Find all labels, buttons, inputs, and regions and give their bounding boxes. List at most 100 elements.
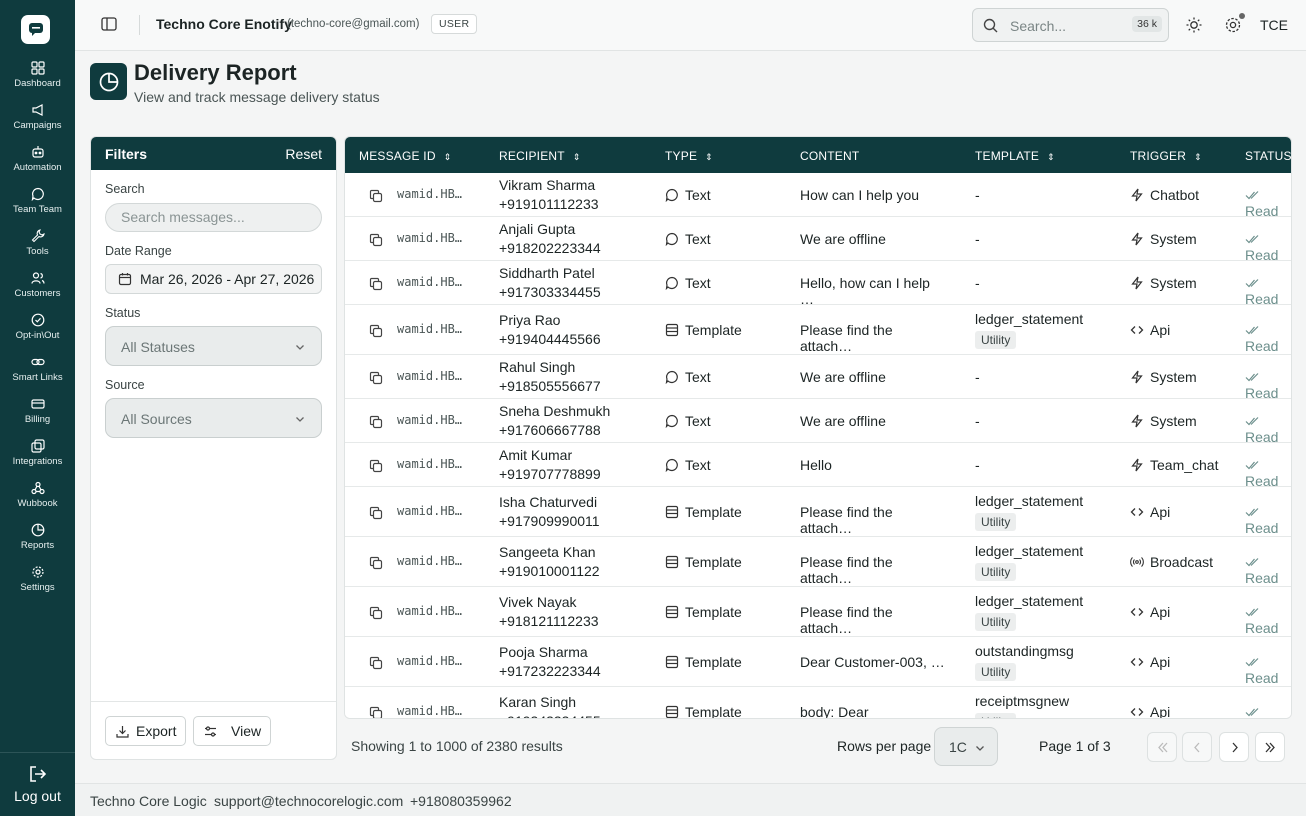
table-row[interactable]: wamid.HB… Pooja Sharma +917232223344 Templa…	[345, 637, 1291, 687]
table-row[interactable]: wamid.HB… Sangeeta Khan +919010001122 Templ…	[345, 537, 1291, 587]
trigger: System	[1130, 275, 1197, 291]
table-row[interactable]: wamid.HB… Priya Rao +919404445566 Template P…	[345, 305, 1291, 355]
sidebar-item-reports[interactable]: Reports	[0, 523, 75, 563]
trigger-label: Api	[1150, 654, 1171, 670]
sidebar-toggle-icon[interactable]	[101, 17, 117, 31]
template: -	[975, 231, 980, 247]
recipient-phone: +919101112233	[499, 196, 599, 212]
broadcast-icon	[1130, 557, 1144, 567]
users-icon	[30, 272, 45, 284]
next-page-button[interactable]	[1219, 732, 1249, 762]
template: ledger_statement Utility	[975, 493, 1083, 531]
copy-icon[interactable]	[369, 506, 383, 520]
table-row[interactable]: wamid.HB… Sneha Deshmukh +917606667788 Text…	[345, 399, 1291, 445]
copy-icon[interactable]	[369, 189, 383, 203]
footer-email[interactable]: support@technocorelogic.com	[214, 793, 403, 809]
template: outstandingmsg Utility	[975, 643, 1074, 681]
global-search-input[interactable]: Search... 36 k	[972, 8, 1169, 42]
sidebar-item-customers[interactable]: Customers	[0, 271, 75, 311]
template-icon	[665, 323, 679, 337]
message-circle-icon	[665, 188, 678, 203]
sidebar-item-campaigns[interactable]: Campaigns	[0, 103, 75, 143]
copy-icon[interactable]	[369, 459, 383, 473]
table-row[interactable]: wamid.HB… Isha Chaturvedi +917909990011 Tem…	[345, 487, 1291, 537]
reset-button[interactable]: Reset	[285, 146, 322, 162]
app-logo[interactable]	[21, 15, 50, 44]
message-id: wamid.HB…	[397, 322, 463, 336]
message-content: How can I help you	[800, 187, 920, 203]
sidebar-item-webhook[interactable]: Wubbook	[0, 481, 75, 521]
previous-page-button[interactable]	[1182, 732, 1212, 762]
message-type: Template	[665, 654, 742, 670]
copy-icon[interactable]	[369, 606, 383, 620]
first-page-button[interactable]	[1147, 732, 1177, 762]
sidebar-item-tools[interactable]: Tools	[0, 229, 75, 269]
sidebar-item-smart-links[interactable]: Smart Links	[0, 355, 75, 395]
template: -	[975, 457, 980, 473]
table-row[interactable]: wamid.HB… Vikram Sharma +919101112233 Text H…	[345, 173, 1291, 219]
double-check-icon	[1245, 608, 1259, 617]
table-row[interactable]: wamid.HB… Anjali Gupta +918202223344 Text We…	[345, 217, 1291, 263]
search-icon	[983, 18, 998, 33]
copy-icon[interactable]	[369, 277, 383, 291]
recipient: Rahul Singh +918505556677	[499, 358, 601, 396]
recipient-name: Siddharth Patel	[499, 265, 595, 281]
column-header-message-id[interactable]: MESSAGE ID ⇕	[359, 149, 451, 163]
search-messages-input[interactable]: Search messages...	[105, 203, 322, 232]
table-row[interactable]: wamid.HB… Rahul Singh +918505556677 Text We …	[345, 355, 1291, 401]
column-header-template[interactable]: TEMPLATE ⇕	[975, 149, 1055, 163]
sidebar-item-dashboard[interactable]: Dashboard	[0, 61, 75, 101]
status-select[interactable]: All Statuses	[105, 326, 322, 366]
message-type-label: Template	[685, 554, 742, 570]
export-button[interactable]: Export	[105, 716, 186, 746]
message-type: Text	[665, 275, 711, 291]
table-row[interactable]: wamid.HB… Amit Kumar +919707778899 Text Hell…	[345, 443, 1291, 489]
message-content: We are offline	[800, 413, 886, 429]
view-button[interactable]: View	[193, 716, 271, 746]
sidebar-item-label: Reports	[20, 540, 55, 551]
last-page-button[interactable]	[1255, 732, 1285, 762]
filters-footer: Export View	[91, 701, 336, 759]
template-name: -	[975, 457, 980, 473]
sidebar-item-opt-in-out[interactable]: Opt-in\Out	[0, 313, 75, 353]
column-header-trigger[interactable]: TRIGGER ⇕	[1130, 149, 1202, 163]
rows-per-page-select[interactable]: 1C	[934, 727, 998, 766]
double-check-icon	[1245, 417, 1259, 426]
copy-icon[interactable]	[369, 706, 383, 718]
sidebar-item-automation[interactable]: Automation	[0, 145, 75, 185]
column-header-type[interactable]: TYPE ⇕	[665, 149, 713, 163]
sidebar-item-settings[interactable]: Settings	[0, 565, 75, 605]
column-header-recipient[interactable]: RECIPIENT ⇕	[499, 149, 581, 163]
trigger-label: Chatbot	[1150, 187, 1200, 203]
logout-button[interactable]: Log out	[0, 764, 75, 804]
template-icon	[665, 555, 679, 569]
date-range-picker[interactable]: Mar 26, 2026 - Apr 27, 2026	[105, 264, 322, 294]
copy-icon[interactable]	[369, 556, 383, 570]
copy-icon[interactable]	[369, 233, 383, 247]
source-select[interactable]: All Sources	[105, 398, 322, 438]
table-row[interactable]: wamid.HB… Karan Singh +919343334455 Templat…	[345, 687, 1291, 719]
sidebar-item-billing[interactable]: Billing	[0, 397, 75, 437]
settings-gear-icon[interactable]	[1224, 16, 1242, 34]
copy-icon[interactable]	[369, 415, 383, 429]
copy-icon[interactable]	[369, 324, 383, 338]
table-row[interactable]: wamid.HB… Vivek Nayak +918121112233 Templat…	[345, 587, 1291, 637]
sidebar-item-integrations[interactable]: Integrations	[0, 439, 75, 479]
message-type-label: Template	[685, 504, 742, 520]
delivery-table: MESSAGE ID ⇕ RECIPIENT ⇕ TYPE ⇕ CONTENT TEM…	[344, 136, 1292, 719]
trigger: System	[1130, 231, 1197, 247]
zap-icon	[1131, 188, 1143, 202]
table-row[interactable]: wamid.HB… Siddharth Patel +917303334455 Tex…	[345, 261, 1291, 307]
theme-toggle-icon[interactable]	[1185, 16, 1203, 34]
sidebar-item-team[interactable]: Team Team	[0, 187, 75, 227]
recipient-phone: +919707778899	[499, 466, 601, 482]
recipient-phone: +917232223344	[499, 663, 601, 679]
copy-icon[interactable]	[369, 371, 383, 385]
message-content: body: Dear Customer…	[800, 704, 869, 719]
plug-icon	[30, 439, 45, 453]
sort-icon: ⇕	[1047, 151, 1055, 162]
recipient-phone: +919343334455	[499, 712, 601, 718]
user-avatar[interactable]: TCE	[1260, 17, 1288, 33]
message-circle-icon	[665, 458, 678, 473]
copy-icon[interactable]	[369, 656, 383, 670]
